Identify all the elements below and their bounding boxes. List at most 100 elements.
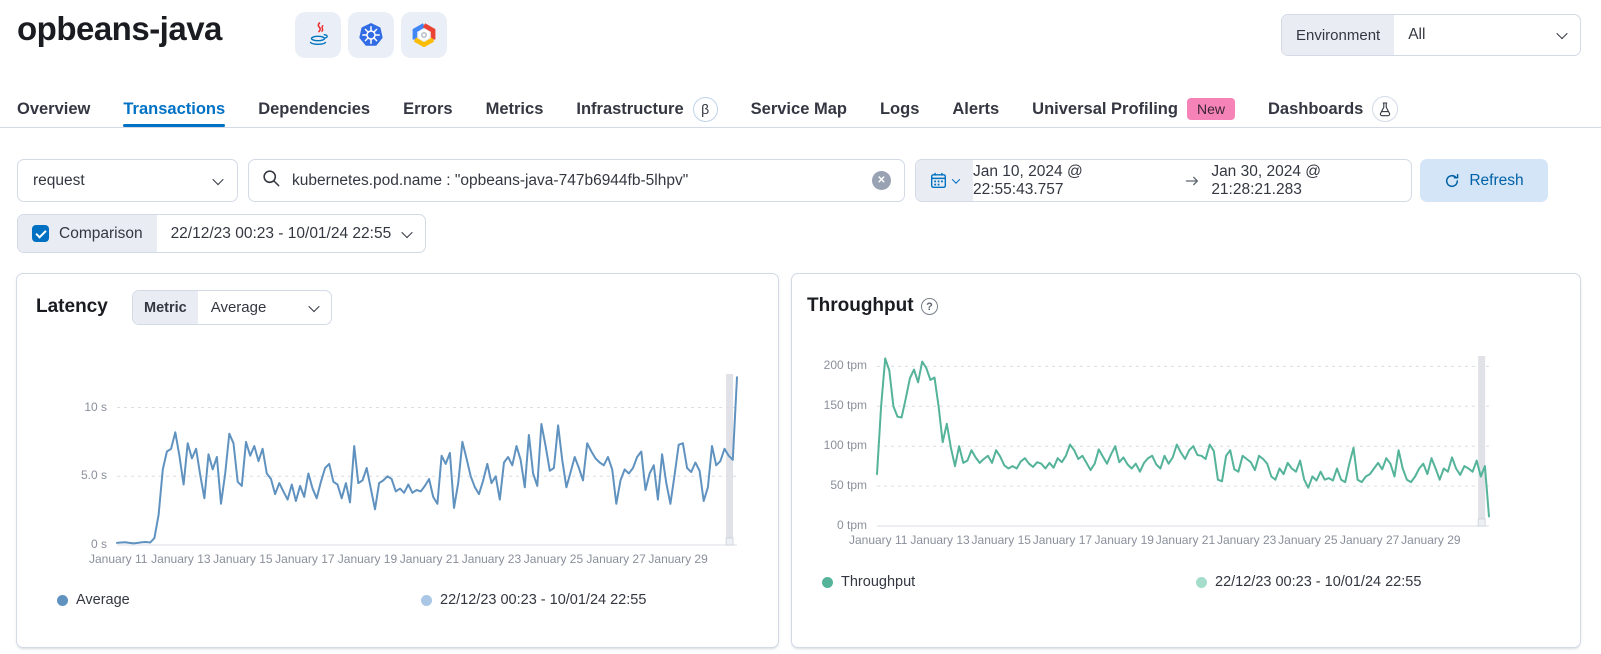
search-icon: [262, 169, 281, 193]
x-axis-tick-label: January 25: [1278, 533, 1337, 547]
series-line-throughput: [877, 358, 1489, 516]
kubernetes-icon: [348, 12, 394, 58]
throughput-plot[interactable]: [877, 356, 1489, 526]
tech-preview-flask-icon: [1372, 96, 1398, 122]
apm-service-page: opbeans-java: [0, 0, 1601, 654]
latency-title: Latency: [36, 296, 108, 318]
arrow-right-icon: [1185, 174, 1200, 188]
x-axis-tick-label: January 15: [213, 552, 272, 566]
y-axis-tick-label: 10 s: [84, 400, 107, 414]
y-axis-tick-label: 200 tpm: [824, 358, 867, 372]
tab-overview[interactable]: Overview: [17, 92, 90, 126]
latency-chart: 0 s5.0 s10 sJanuary 11January 13January …: [117, 374, 737, 545]
marker-handle[interactable]: [726, 538, 733, 545]
tab-dependencies[interactable]: Dependencies: [258, 92, 370, 126]
legend-dot: [421, 595, 432, 606]
java-icon: [295, 12, 341, 58]
beta-badge: β: [693, 97, 718, 122]
legend-item-comparison[interactable]: 22/12/23 00:23 - 10/01/24 22:55: [421, 592, 646, 608]
legend-label: 22/12/23 00:23 - 10/01/24 22:55: [440, 592, 646, 608]
x-axis-tick-label: January 29: [648, 552, 707, 566]
tab-metrics[interactable]: Metrics: [486, 92, 544, 126]
help-icon[interactable]: [921, 298, 938, 315]
tab-dashboards[interactable]: Dashboards: [1268, 92, 1398, 126]
tabs-divider: [0, 127, 1601, 128]
x-axis-tick-label: January 17: [1033, 533, 1092, 547]
latency-metric-select: Metric Average: [132, 290, 332, 325]
service-tabs: Overview Transactions Dependencies Error…: [17, 92, 1398, 126]
kql-search-input[interactable]: kubernetes.pod.name : "opbeans-java-747b…: [248, 159, 905, 202]
x-axis-tick-label: January 15: [972, 533, 1031, 547]
tab-service-map[interactable]: Service Map: [751, 92, 847, 126]
x-axis-tick-label: January 27: [1340, 533, 1399, 547]
x-axis-tick-label: January 29: [1401, 533, 1460, 547]
date-end[interactable]: Jan 30, 2024 @ 21:28:21.283: [1211, 163, 1411, 199]
tab-logs[interactable]: Logs: [880, 92, 919, 126]
clear-search-icon[interactable]: [872, 171, 891, 190]
latency-plot[interactable]: [117, 374, 737, 545]
throughput-title: Throughput: [807, 295, 914, 317]
environment-label: Environment: [1282, 15, 1394, 55]
calendar-icon: [930, 172, 947, 189]
throughput-panel: Throughput 0 tpm50 tpm100 tpm150 tpm200 …: [791, 273, 1581, 648]
environment-current: All: [1408, 26, 1425, 44]
date-picker-menu-button[interactable]: [916, 160, 973, 201]
legend-dot: [1196, 577, 1207, 588]
x-axis-tick-label: January 19: [1095, 533, 1154, 547]
marker-handle[interactable]: [1478, 519, 1485, 526]
metric-current: Average: [211, 299, 267, 316]
throughput-chart: 0 tpm50 tpm100 tpm150 tpm200 tpmJanuary …: [877, 356, 1489, 526]
x-axis-tick-label: January 17: [275, 552, 334, 566]
legend-label: 22/12/23 00:23 - 10/01/24 22:55: [1215, 574, 1421, 590]
tab-infrastructure[interactable]: Infrastructure β: [576, 92, 717, 126]
comparison-control: Comparison 22/12/23 00:23 - 10/01/24 22:…: [17, 214, 426, 253]
date-range-picker[interactable]: Jan 10, 2024 @ 22:55:43.757 Jan 30, 2024…: [915, 159, 1412, 202]
environment-select[interactable]: Environment All: [1281, 14, 1581, 56]
chevron-down-icon: [1556, 28, 1567, 39]
transaction-type-select[interactable]: request: [17, 159, 238, 202]
legend-item-average[interactable]: Average: [57, 592, 130, 608]
y-axis-tick-label: 5.0 s: [81, 468, 107, 482]
tech-badges: [295, 12, 447, 58]
tab-errors[interactable]: Errors: [403, 92, 453, 126]
comparison-range-select[interactable]: 22/12/23 00:23 - 10/01/24 22:55: [157, 215, 426, 252]
legend-item-comparison[interactable]: 22/12/23 00:23 - 10/01/24 22:55: [1196, 574, 1421, 590]
x-axis-tick-label: January 13: [151, 552, 210, 566]
x-axis-tick-label: January 23: [462, 552, 521, 566]
gcp-icon: [401, 12, 447, 58]
search-query-value: kubernetes.pod.name : "opbeans-java-747b…: [292, 172, 688, 190]
chevron-down-icon: [212, 173, 223, 184]
metric-value[interactable]: Average: [198, 291, 331, 324]
x-axis-tick-label: January 11: [89, 552, 147, 566]
page-title: opbeans-java: [17, 10, 222, 48]
comparison-toggle[interactable]: Comparison: [18, 215, 157, 252]
x-axis-tick-label: January 23: [1217, 533, 1276, 547]
legend-label: Throughput: [841, 574, 915, 590]
new-badge: New: [1187, 98, 1235, 120]
comparison-range-value: 22/12/23 00:23 - 10/01/24 22:55: [171, 225, 392, 243]
x-axis-tick-label: January 11: [849, 533, 907, 547]
tab-alerts[interactable]: Alerts: [952, 92, 999, 126]
x-axis-tick-label: January 21: [1156, 533, 1215, 547]
x-axis-tick-label: January 27: [586, 552, 645, 566]
tab-universal-profiling[interactable]: Universal Profiling New: [1032, 92, 1235, 126]
date-range-display: Jan 10, 2024 @ 22:55:43.757 Jan 30, 2024…: [973, 163, 1411, 199]
y-axis-tick-label: 100 tpm: [824, 438, 867, 452]
chevron-down-icon: [402, 226, 413, 237]
refresh-button[interactable]: Refresh: [1420, 159, 1548, 202]
current-time-marker: [1478, 356, 1485, 526]
chevron-down-icon: [952, 175, 960, 183]
date-start[interactable]: Jan 10, 2024 @ 22:55:43.757: [973, 163, 1173, 199]
y-axis-tick-label: 50 tpm: [830, 478, 867, 492]
tab-transactions[interactable]: Transactions: [123, 92, 225, 126]
legend-dot: [822, 577, 833, 588]
metric-label: Metric: [133, 291, 198, 324]
comparison-checkbox[interactable]: [32, 225, 49, 242]
environment-value[interactable]: All: [1394, 15, 1580, 55]
x-axis-tick-label: January 25: [524, 552, 583, 566]
chevron-down-icon: [308, 300, 319, 311]
legend-item-throughput[interactable]: Throughput: [822, 574, 915, 590]
y-axis-tick-label: 0 s: [91, 537, 107, 551]
refresh-icon: [1444, 173, 1460, 189]
x-axis-tick-label: January 19: [338, 552, 397, 566]
